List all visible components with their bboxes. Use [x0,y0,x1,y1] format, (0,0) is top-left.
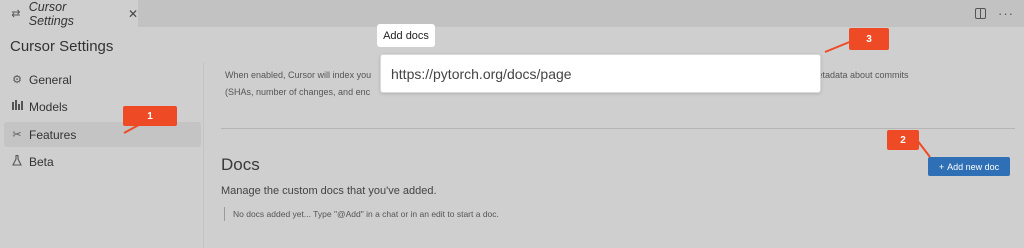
close-icon[interactable]: ✕ [128,7,138,21]
tab-bar: ⇄ Cursor Settings ✕ ··· [0,0,1024,28]
flask-icon [11,154,23,169]
sidebar-item-label: Beta [29,154,54,169]
empty-state-text: No docs added yet... Type "@Add" in a ch… [233,209,499,219]
editor-actions: ··· [975,0,1014,27]
add-new-doc-label: Add new doc [947,161,1000,172]
description-text-left: When enabled, Cursor will index you [225,70,372,80]
tab-label: Cursor Settings [28,0,74,28]
sidebar-item-beta[interactable]: Beta [4,149,201,174]
more-actions-icon[interactable]: ··· [998,6,1014,21]
bar-chart-icon [11,100,23,113]
annotation-badge-3: 3 [849,28,889,50]
add-docs-popup-title: Add docs [377,24,435,47]
docs-subtitle: Manage the custom docs that you've added… [221,185,437,197]
annotation-badge-1: 1 [123,106,177,126]
sidebar-item-general[interactable]: ⚙ General [4,67,201,92]
sidebar: ⚙ General Models ✂ Features Beta [0,62,204,248]
docs-heading: Docs [221,155,260,174]
annotation-badge-2: 2 [887,130,919,150]
tools-icon: ✂ [12,129,22,141]
arrow-3 [824,40,853,53]
tab-cursor-settings[interactable]: ⇄ Cursor Settings ✕ [0,0,138,28]
add-new-doc-button[interactable]: + Add new doc [928,157,1010,176]
sidebar-item-label: Models [29,99,68,114]
sidebar-item-label: General [29,72,72,87]
docs-empty-state: No docs added yet... Type "@Add" in a ch… [224,207,499,221]
settings-sliders-icon: ⇄ [11,8,21,20]
section-divider [221,128,1015,129]
sidebar-item-label: Features [29,127,77,142]
doc-url-input[interactable] [380,54,821,93]
page-title: Cursor Settings [10,38,114,55]
plus-icon: + [938,161,945,172]
gear-icon: ⚙ [12,74,22,86]
split-editor-icon[interactable] [975,8,986,19]
